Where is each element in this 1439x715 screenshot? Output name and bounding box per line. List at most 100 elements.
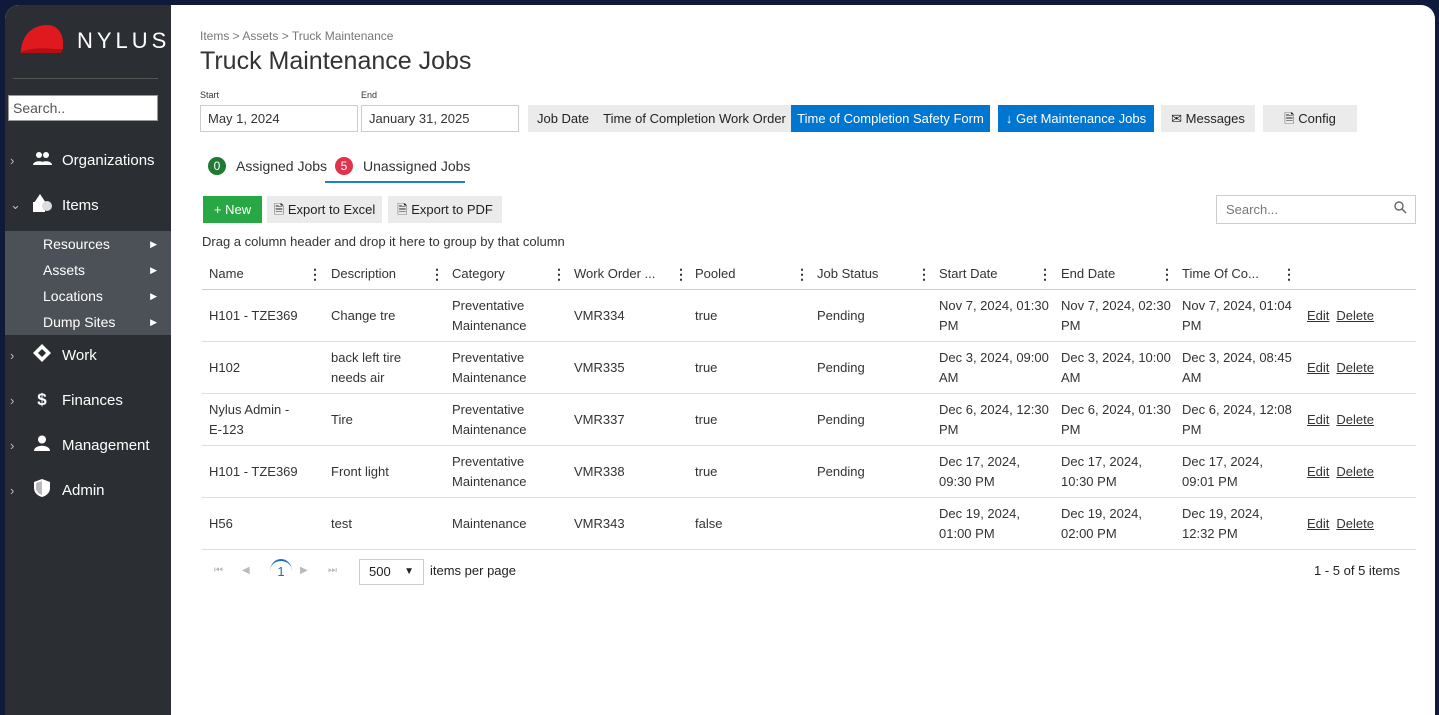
column-header-job-status[interactable]: Job Status	[817, 259, 878, 289]
search-icon[interactable]	[1394, 196, 1407, 223]
column-header-work-order[interactable]: Work Order ...	[574, 259, 655, 289]
sidebar: NYLUS Search.. › Organizations ⌄ Items R…	[5, 5, 171, 715]
sidebar-item-items[interactable]: ⌄ Items	[5, 190, 171, 220]
first-page-icon[interactable]: ⏮	[214, 553, 223, 589]
sidebar-subitem-locations[interactable]: Locations ▶	[5, 283, 171, 309]
page-size-select[interactable]: 500 ▼	[359, 559, 424, 585]
messages-button[interactable]: ✉ Messages	[1161, 105, 1255, 132]
column-menu-icon[interactable]: ⋮	[552, 259, 566, 289]
column-header-time-of-completion[interactable]: Time Of Co...	[1182, 259, 1259, 289]
column-menu-icon[interactable]: ⋮	[430, 259, 444, 289]
cell-description: Change tre	[331, 307, 396, 323]
table-row[interactable]: H56 test Maintenance VMR343 false Dec 19, 202…	[202, 498, 1416, 550]
table-row[interactable]: H101 - TZE369 Change tre Preventative Main…	[202, 290, 1416, 342]
column-menu-icon[interactable]: ⋮	[795, 259, 809, 289]
edit-link[interactable]: Edit	[1307, 308, 1329, 323]
time-completion-work-order-button[interactable]: Time of Completion Work Order	[598, 105, 791, 132]
edit-link[interactable]: Edit	[1307, 516, 1329, 531]
row-actions: Edit Delete	[1307, 342, 1381, 393]
start-date-input[interactable]: May 1, 2024	[200, 105, 358, 132]
sidebar-subitem-assets[interactable]: Assets ▶	[5, 257, 171, 283]
sidebar-subitem-dump-sites[interactable]: Dump Sites ▶	[5, 309, 171, 335]
current-page-button[interactable]: 1	[270, 559, 292, 583]
cell-time-of-completion: Nov 7, 2024, 01:04 PM	[1182, 297, 1292, 333]
table-row[interactable]: H101 - TZE369 Front light Preventative Mai…	[202, 446, 1416, 498]
edit-link[interactable]: Edit	[1307, 412, 1329, 427]
sidebar-item-admin[interactable]: › Admin	[5, 475, 171, 505]
cell-name: H101 - TZE369	[209, 307, 298, 323]
column-header-start-date[interactable]: Start Date	[939, 259, 998, 289]
edit-link[interactable]: Edit	[1307, 464, 1329, 479]
cell-description: Front light	[331, 463, 389, 479]
delete-link[interactable]: Delete	[1336, 308, 1374, 323]
chevron-down-icon: ⌄	[10, 197, 21, 212]
cell-description: back left tire needs air	[331, 349, 402, 385]
table-row[interactable]: Nylus Admin - E-123 Tire Preventative Main…	[202, 394, 1416, 446]
unassigned-count-badge: 5	[335, 157, 353, 175]
column-header-name[interactable]: Name	[209, 259, 244, 289]
column-menu-icon[interactable]: ⋮	[917, 259, 931, 289]
delete-link[interactable]: Delete	[1336, 360, 1374, 375]
sidebar-divider	[13, 78, 158, 79]
delete-link[interactable]: Delete	[1336, 516, 1374, 531]
tab-unassigned-jobs[interactable]: 5 Unassigned Jobs	[335, 151, 470, 181]
cell-pooled: true	[695, 411, 718, 427]
sidebar-subitem-resources[interactable]: Resources ▶	[5, 231, 171, 257]
breadcrumb[interactable]: Items > Assets > Truck Maintenance	[200, 29, 393, 43]
caret-right-icon: ▶	[150, 264, 157, 275]
group-by-hint[interactable]: Drag a column header and drop it here to…	[202, 234, 565, 249]
export-pdf-button[interactable]: 🗎 Export to PDF	[388, 196, 502, 223]
export-excel-button[interactable]: 🗎 Export to Excel	[267, 196, 382, 223]
cell-end-date: Dec 6, 2024, 01:30 PM	[1061, 401, 1171, 437]
column-menu-icon[interactable]: ⋮	[1038, 259, 1052, 289]
chevron-right-icon: ›	[10, 437, 15, 453]
sidebar-item-management[interactable]: › Management	[5, 430, 171, 460]
end-date-input[interactable]: January 31, 2025	[361, 105, 519, 132]
caret-right-icon: ▶	[150, 290, 157, 301]
helmet-icon	[17, 23, 65, 59]
edit-link[interactable]: Edit	[1307, 360, 1329, 375]
tab-assigned-jobs[interactable]: 0 Assigned Jobs	[208, 151, 327, 181]
sidebar-item-label: Finances	[62, 391, 123, 409]
column-header-description[interactable]: Description	[331, 259, 396, 289]
sidebar-item-label: Management	[62, 436, 150, 454]
row-actions: Edit Delete	[1307, 498, 1381, 549]
delete-link[interactable]: Delete	[1336, 464, 1374, 479]
sidebar-item-work[interactable]: › Work	[5, 340, 171, 370]
config-button[interactable]: 🗎 Config	[1263, 105, 1357, 132]
app-window: NYLUS Search.. › Organizations ⌄ Items R…	[5, 5, 1435, 715]
sidebar-item-finances[interactable]: › $ Finances	[5, 385, 171, 415]
next-page-icon[interactable]: ▶	[300, 553, 308, 589]
column-menu-icon[interactable]: ⋮	[674, 259, 688, 289]
column-menu-icon[interactable]: ⋮	[1282, 259, 1296, 289]
column-header-category[interactable]: Category	[452, 259, 505, 289]
cell-category: Preventative Maintenance	[452, 349, 527, 385]
document-gear-icon: 🗎	[1284, 111, 1295, 126]
column-header-pooled[interactable]: Pooled	[695, 259, 735, 289]
sidebar-item-label: Organizations	[62, 151, 155, 169]
row-actions: Edit Delete	[1307, 290, 1381, 341]
column-header-end-date[interactable]: End Date	[1061, 259, 1115, 289]
chevron-right-icon: ›	[10, 392, 15, 408]
cell-work-order: VMR343	[574, 515, 625, 531]
new-button[interactable]: + New	[203, 196, 262, 223]
sidebar-search-input[interactable]: Search..	[8, 95, 158, 121]
table-row[interactable]: H102 back left tire needs air Preventative…	[202, 342, 1416, 394]
search-placeholder: Search...	[1226, 202, 1279, 217]
delete-link[interactable]: Delete	[1336, 412, 1374, 427]
cell-end-date: Dec 17, 2024, 10:30 PM	[1061, 453, 1142, 489]
column-menu-icon[interactable]: ⋮	[308, 259, 322, 289]
tab-label: Unassigned Jobs	[363, 158, 471, 174]
column-menu-icon[interactable]: ⋮	[1160, 259, 1174, 289]
time-completion-safety-form-button[interactable]: Time of Completion Safety Form	[791, 105, 990, 132]
shield-icon	[30, 479, 54, 501]
brand-logo[interactable]: NYLUS	[17, 19, 167, 63]
last-page-icon[interactable]: ⏭	[328, 553, 337, 589]
main-content: Items > Assets > Truck Maintenance Truck…	[171, 5, 1435, 715]
grid-search-input[interactable]: Search...	[1216, 195, 1416, 224]
get-maintenance-jobs-button[interactable]: ↓ Get Maintenance Jobs	[998, 105, 1154, 132]
sidebar-item-organizations[interactable]: › Organizations	[5, 145, 171, 175]
grid-header: Name ⋮ Description ⋮ Category ⋮ Work Ord…	[202, 259, 1416, 290]
job-date-button[interactable]: Job Date	[528, 105, 598, 132]
prev-page-icon[interactable]: ◀	[242, 553, 250, 589]
